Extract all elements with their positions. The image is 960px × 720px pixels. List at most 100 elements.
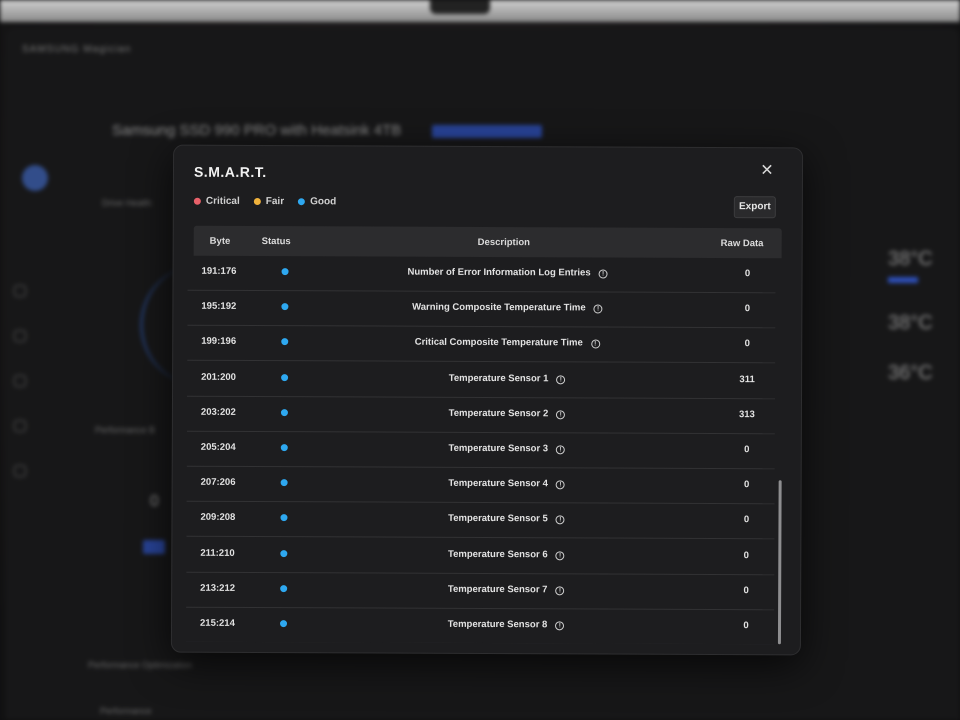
column-byte: Byte [209,235,231,247]
byte-cell: 203:202 [200,406,236,418]
description-cell: Temperature Sensor 8! [356,618,656,631]
status-dot [280,549,288,557]
big-value: 0 [150,493,159,510]
raw-data-cell: 0 [744,444,750,456]
raw-data-cell: 0 [743,584,749,596]
raw-data-cell: 0 [743,514,750,526]
legend-label: Critical [205,195,240,207]
sidebar-icon[interactable] [14,285,26,297]
table-row: 191:176 Number of Error Information Log E… [187,255,776,294]
legend-dot [298,198,306,206]
perf-optimization-label: Performance Optimization [88,660,193,670]
description-cell: Number of Error Information Log Entries! [358,266,658,279]
byte-cell: 201:200 [201,371,236,383]
description-text: Temperature Sensor 8 [447,618,548,631]
info-icon[interactable]: ! [598,269,608,279]
description-cell: Temperature Sensor 5! [356,513,656,525]
status-dot [281,303,289,311]
description-cell: Critical Composite Temperature Time! [357,337,657,349]
table-row: 195:192 Warning Composite Temperature Tim… [187,290,776,329]
description-cell: Temperature Sensor 7! [356,583,656,596]
info-icon[interactable]: ! [555,515,565,525]
description-cell: Temperature Sensor 6! [356,548,656,560]
raw-data-cell: 311 [739,373,755,385]
byte-cell: 199:196 [201,336,237,348]
byte-cell: 195:192 [201,300,237,313]
export-button[interactable]: Export [733,196,776,219]
performance-label: Performance B [95,425,156,435]
table-row: 211:210 Temperature Sensor 6! 0 [186,537,775,575]
info-icon[interactable]: ! [590,339,600,349]
info-icon[interactable]: ! [555,586,565,596]
smart-table-body[interactable]: 191:176 Number of Error Information Log E… [185,255,778,645]
byte-cell: 205:204 [200,441,236,453]
background-button[interactable] [143,540,165,554]
drive-health-label: Drive Health [102,198,152,208]
close-icon[interactable]: ✕ [758,162,776,180]
info-icon[interactable]: ! [593,304,603,314]
description-cell: Temperature Sensor 2! [357,407,657,420]
status-dot [280,584,288,592]
sidebar-icon[interactable] [14,465,26,477]
temp-value: 38°C [888,248,933,270]
scrollbar-thumb[interactable] [777,480,782,645]
info-icon[interactable]: ! [556,410,566,420]
info-icon[interactable]: ! [555,480,565,490]
table-row: 201:200 Temperature Sensor 1! 311 [187,361,776,399]
raw-data-cell: 0 [743,549,749,561]
description-cell: Temperature Sensor 3! [357,442,657,455]
dialog-title: S.M.A.R.T. [193,163,267,181]
raw-data-cell: 0 [744,303,751,315]
byte-cell: 191:176 [201,265,237,277]
raw-data-cell: 0 [743,620,749,632]
column-description: Description [477,236,530,249]
legend-fair: Fair [253,196,285,208]
table-row: 215:214 Temperature Sensor 8! 0 [185,607,775,645]
raw-data-cell: 0 [743,479,750,491]
app-brand: SAMSUNG Magician [22,44,132,55]
description-text: Temperature Sensor 5 [448,513,548,525]
legend-label: Fair [265,196,285,208]
byte-cell: 213:212 [200,582,236,594]
description-cell: Temperature Sensor 4! [357,478,657,490]
column-raw-data: Raw Data [720,238,764,250]
raw-data-cell: 313 [738,408,755,420]
drive-logo-icon [22,165,48,191]
status-dot [280,444,288,452]
info-icon[interactable]: ! [555,550,565,560]
table-row: 207:206 Temperature Sensor 4! 0 [186,466,775,505]
temp-value: 38°C [888,312,933,334]
info-icon[interactable]: ! [555,621,565,631]
status-dot [281,268,289,276]
description-text: Temperature Sensor 7 [447,583,548,596]
search-icon[interactable] [14,330,26,342]
legend-dot [193,197,201,205]
column-status: Status [261,236,291,248]
info-icon[interactable]: ! [556,374,566,384]
byte-cell: 209:208 [200,512,236,524]
table-row: 199:196 Critical Composite Temperature Ti… [187,326,776,364]
status-dot [280,620,288,628]
table-row: 209:208 Temperature Sensor 5! 0 [186,502,775,540]
legend-dot [253,197,261,206]
description-text: Warning Composite Temperature Time [412,301,586,314]
status-legend: Critical Fair Good [193,195,336,208]
table-row: 205:204 Temperature Sensor 3! 0 [186,431,775,470]
legend-label: Good [310,196,337,208]
status-dot [280,479,288,487]
settings-icon[interactable] [14,420,26,432]
description-text: Number of Error Information Log Entries [407,266,591,279]
table-row: 203:202 Temperature Sensor 2! 313 [186,396,776,435]
description-cell: Temperature Sensor 1! [357,372,657,384]
raw-data-cell: 0 [744,338,750,350]
table-header: Byte Status Description Raw Data [193,225,782,259]
info-icon[interactable]: ! [556,445,566,455]
drive-badge [432,125,542,138]
description-text: Temperature Sensor 2 [448,407,549,420]
performance-label-2: Performance [100,706,152,716]
status-dot [281,338,289,346]
description-text: Temperature Sensor 3 [448,442,549,455]
home-icon[interactable] [14,375,26,387]
legend-good: Good [298,196,336,207]
temp-bar [888,277,918,283]
